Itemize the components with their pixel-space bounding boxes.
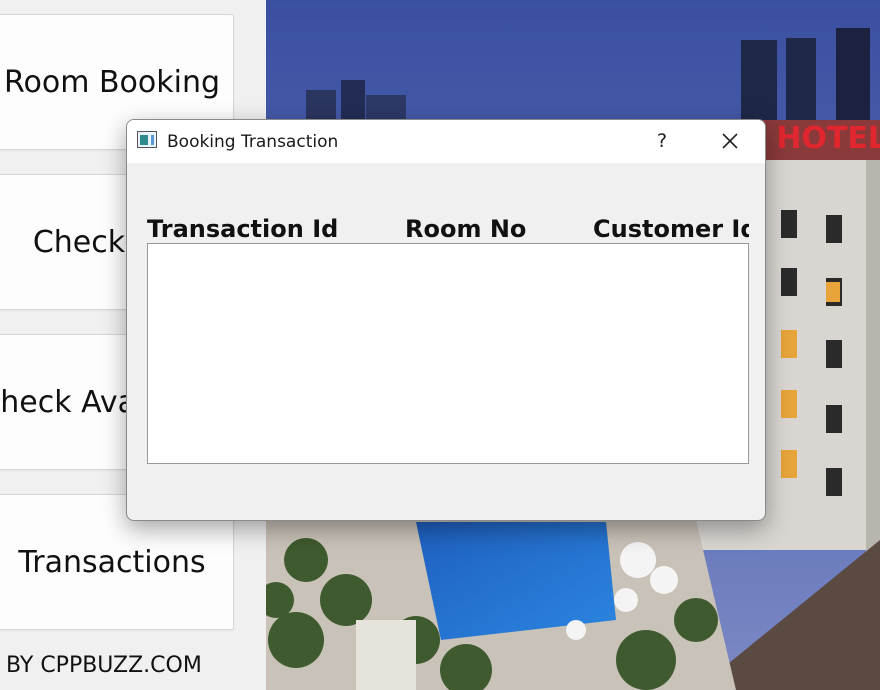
table-header-row: Transaction Id Room No Customer Id (127, 120, 749, 250)
header-customer-id: Customer Id (593, 215, 749, 243)
header-transaction-id: Transaction Id (147, 215, 339, 243)
booking-transaction-dialog: Booking Transaction ? Transaction Id Roo… (126, 119, 766, 521)
header-room-no: Room No (405, 215, 527, 243)
credit-text: BY CPPBUZZ.COM (6, 653, 202, 678)
transactions-label: Transactions (18, 544, 206, 580)
transaction-list[interactable] (147, 243, 749, 464)
room-booking-label: Room Booking (3, 64, 221, 100)
